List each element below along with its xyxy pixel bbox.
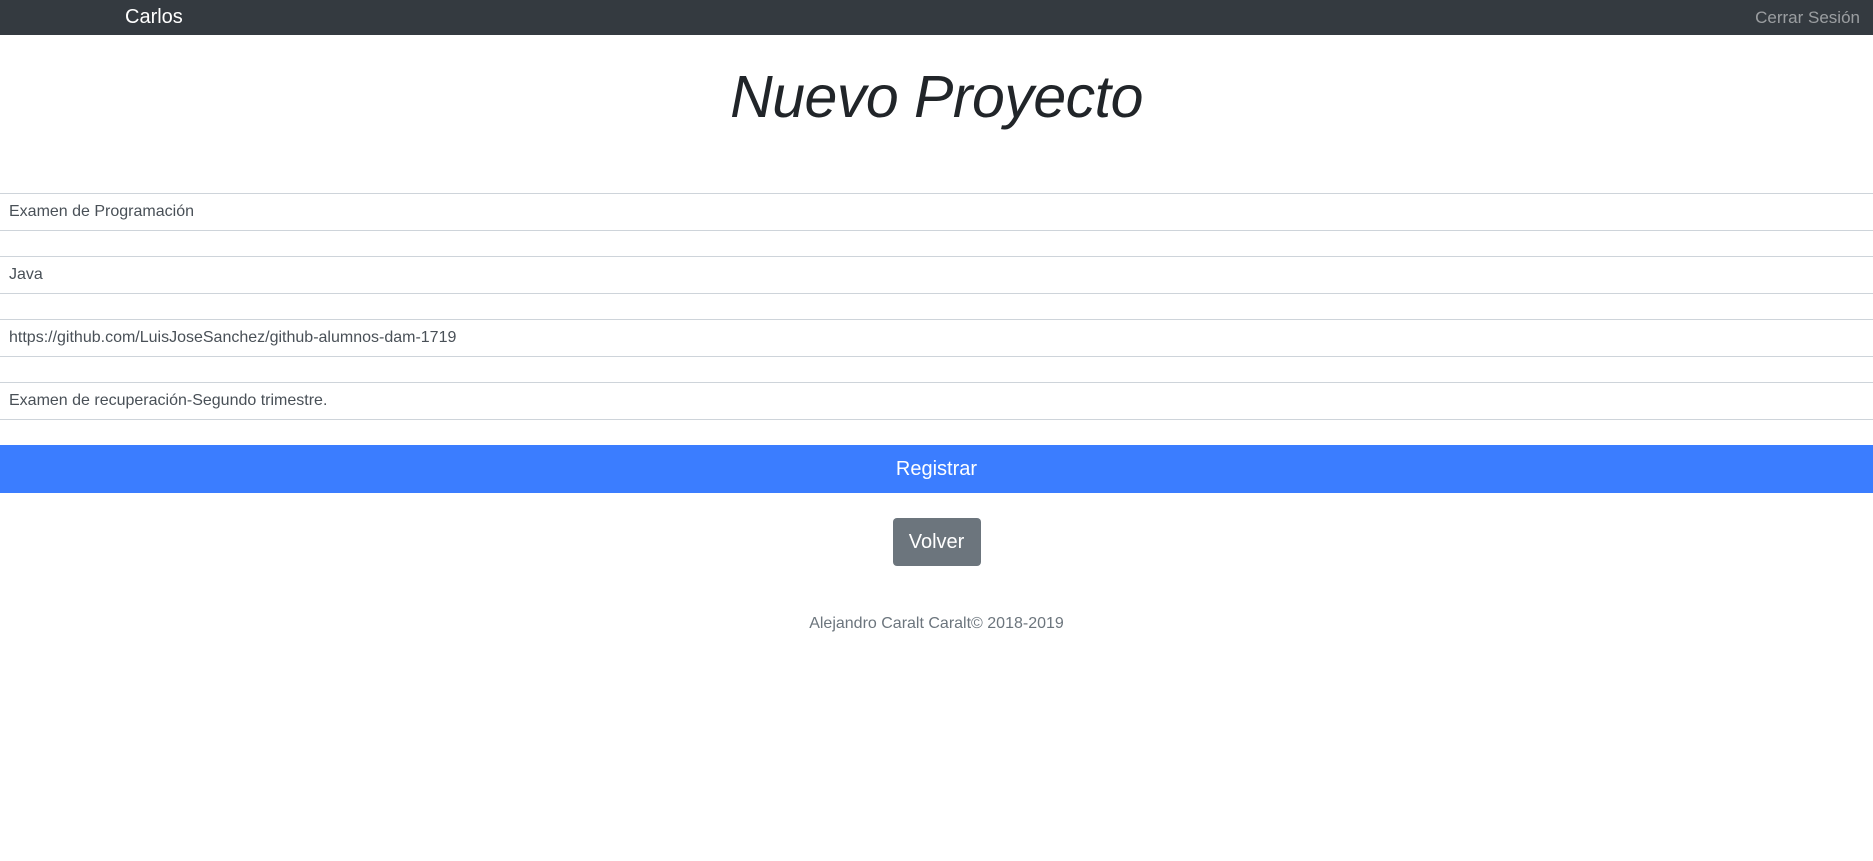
project-description-input[interactable] [0, 382, 1873, 420]
footer-copyright: Alejandro Caralt Caralt© 2018-2019 [809, 615, 1064, 632]
top-navbar: Carlos Cerrar Sesión [0, 0, 1873, 35]
register-button[interactable]: Registrar [0, 445, 1873, 493]
project-url-input[interactable] [0, 319, 1873, 357]
navbar-brand-username[interactable]: Carlos [125, 0, 183, 35]
new-project-form: Registrar [0, 193, 1873, 493]
project-name-input[interactable] [0, 193, 1873, 231]
back-button[interactable]: Volver [892, 518, 981, 566]
logout-link[interactable]: Cerrar Sesión [1755, 0, 1860, 35]
page-title: Nuevo Proyecto [730, 64, 1143, 130]
back-button-container: Volver [0, 518, 1873, 566]
project-language-input[interactable] [0, 256, 1873, 294]
